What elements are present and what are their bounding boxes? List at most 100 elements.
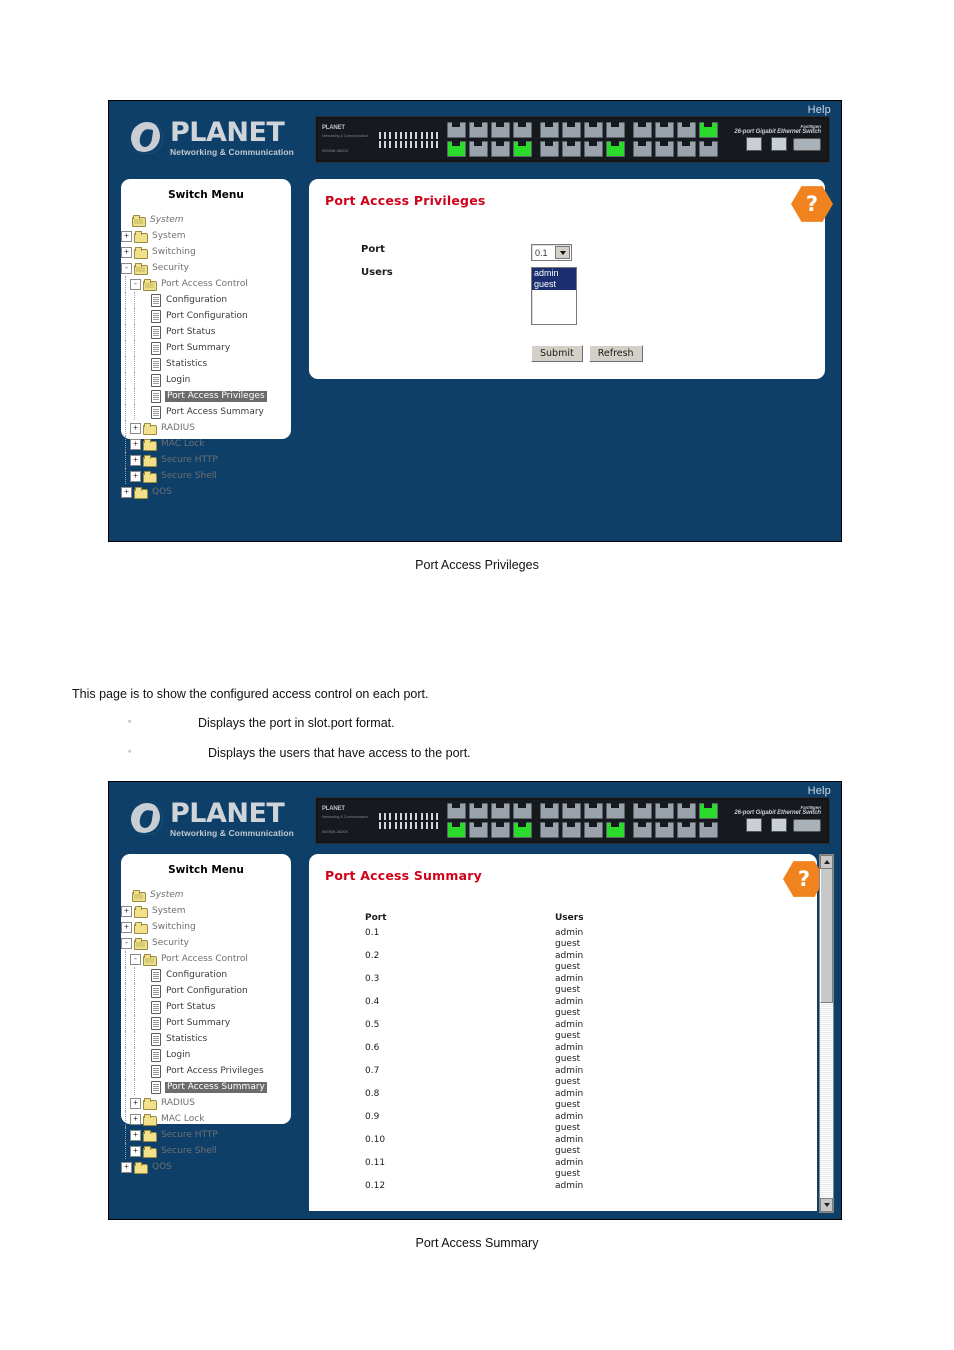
sidebar-item-mac-lock[interactable]: + MAC Lock	[121, 436, 291, 452]
column-header-users: Users	[555, 913, 584, 923]
tree-root[interactable]: System	[121, 887, 291, 903]
scroll-down-arrow-icon[interactable]	[820, 1198, 833, 1212]
expander-plus-icon[interactable]: +	[130, 1145, 141, 1157]
sidebar-item-login[interactable]: Login	[121, 372, 291, 388]
folder-icon	[143, 1113, 157, 1126]
sidebar-item-system[interactable]: + System	[121, 228, 291, 244]
sfp-slot-1	[746, 817, 763, 832]
question-mark-icon[interactable]: ?	[791, 186, 833, 222]
help-link-container[interactable]: Help	[808, 104, 831, 116]
user-name: admin	[555, 950, 584, 961]
expander-plus-icon[interactable]: +	[130, 438, 141, 450]
scrollbar-thumb[interactable]	[820, 868, 833, 1003]
sidebar-item-port-status[interactable]: Port Status	[121, 324, 291, 340]
expander-plus-icon[interactable]: +	[130, 1129, 141, 1141]
table-row: 0.10 admin guest	[309, 1135, 817, 1158]
sidebar-item-secure-shell[interactable]: + Secure Shell	[121, 468, 291, 484]
expander-plus-icon[interactable]: +	[130, 454, 141, 466]
sidebar-item-port-access-summary[interactable]: Port Access Summary	[121, 404, 291, 420]
document-icon	[150, 1049, 161, 1062]
content-panel: Port Access Privileges ? Port 0.1 Users …	[309, 179, 833, 379]
folder-icon	[143, 422, 157, 435]
expander-minus-icon[interactable]: -	[130, 278, 141, 290]
help-link[interactable]: Help	[808, 104, 831, 116]
sidebar-item-port-configuration[interactable]: Port Configuration	[121, 308, 291, 324]
sidebar-item-configuration[interactable]: Configuration	[121, 967, 291, 983]
port-select[interactable]: 0.1	[531, 244, 572, 261]
sidebar-item-secure-shell[interactable]: + Secure Shell	[121, 1143, 291, 1159]
sidebar-item-switching[interactable]: + Switching	[121, 919, 291, 935]
sidebar-item-qos[interactable]: + QOS	[121, 484, 291, 500]
sidebar-item-mac-lock[interactable]: + MAC Lock	[121, 1111, 291, 1127]
folder-icon	[134, 905, 148, 918]
vertical-scrollbar[interactable]	[819, 854, 834, 1213]
sidebar-item-system[interactable]: + System	[121, 903, 291, 919]
expander-minus-icon[interactable]: -	[121, 937, 132, 949]
expander-plus-icon[interactable]: +	[130, 1097, 141, 1109]
sidebar-item-port-summary[interactable]: Port Summary	[121, 1015, 291, 1031]
sidebar-item-port-access-control[interactable]: - Port Access Control	[121, 276, 291, 292]
cell-port: 0.6	[365, 1042, 380, 1053]
sidebar-item-security[interactable]: - Security	[121, 260, 291, 276]
expander-plus-icon[interactable]: +	[130, 422, 141, 434]
bullet-marker-icon: ◦	[128, 746, 132, 756]
sidebar-item-port-status[interactable]: Port Status	[121, 999, 291, 1015]
sfp-slot-2	[770, 817, 787, 832]
expander-plus-icon[interactable]: +	[121, 246, 132, 258]
planet-logo: PLANET Networking & Communication	[131, 800, 294, 838]
document-icon	[150, 390, 161, 403]
document-icon	[150, 326, 161, 339]
chevron-down-icon[interactable]	[555, 246, 570, 259]
table-row: 0.6 admin guest	[309, 1043, 817, 1066]
sidebar-item-port-summary[interactable]: Port Summary	[121, 340, 291, 356]
expander-plus-icon[interactable]: +	[121, 1161, 132, 1173]
expander-plus-icon[interactable]: +	[121, 486, 132, 498]
expander-plus-icon[interactable]: +	[121, 230, 132, 242]
brand-name: PLANET	[170, 798, 285, 829]
sidebar-item-switching[interactable]: + Switching	[121, 244, 291, 260]
help-link-container[interactable]: Help	[808, 785, 831, 797]
expander-plus-icon[interactable]: +	[121, 921, 132, 933]
device-port-group-1	[443, 122, 536, 157]
users-listbox[interactable]: admin guest	[531, 267, 577, 325]
table-row: 0.2 admin guest	[309, 951, 817, 974]
expander-plus-icon[interactable]: +	[130, 1113, 141, 1125]
list-item[interactable]: guest	[532, 279, 576, 290]
sidebar-item-login[interactable]: Login	[121, 1047, 291, 1063]
sidebar-item-port-access-privileges[interactable]: Port Access Privileges	[121, 388, 291, 404]
expander-minus-icon[interactable]: -	[130, 953, 141, 965]
device-brand: PLANET	[322, 125, 345, 132]
sidebar-item-port-configuration[interactable]: Port Configuration	[121, 983, 291, 999]
sidebar-item-qos[interactable]: + QOS	[121, 1159, 291, 1175]
list-item[interactable]: admin	[532, 268, 576, 279]
sidebar-item-secure-http[interactable]: + Secure HTTP	[121, 1127, 291, 1143]
tree-item-label: Port Access Summary	[165, 1081, 267, 1093]
sidebar-item-port-access-summary[interactable]: Port Access Summary	[121, 1079, 291, 1095]
expander-minus-icon[interactable]: -	[121, 262, 132, 274]
document-icon	[150, 969, 161, 982]
user-name: guest	[555, 1031, 581, 1041]
submit-button[interactable]: Submit	[531, 345, 583, 362]
folder-open-icon	[134, 262, 148, 275]
sidebar-item-configuration[interactable]: Configuration	[121, 292, 291, 308]
expander-plus-icon[interactable]: +	[130, 470, 141, 482]
sidebar-item-statistics[interactable]: Statistics	[121, 1031, 291, 1047]
help-badge[interactable]: ?	[791, 185, 835, 225]
scroll-up-arrow-icon[interactable]	[820, 855, 833, 869]
user-name: guest	[555, 1146, 581, 1156]
sidebar-item-radius[interactable]: + RADIUS	[121, 1095, 291, 1111]
tree-root[interactable]: System	[121, 212, 291, 228]
sidebar-item-secure-http[interactable]: + Secure HTTP	[121, 452, 291, 468]
sidebar-item-port-access-control[interactable]: - Port Access Control	[121, 951, 291, 967]
sidebar-item-statistics[interactable]: Statistics	[121, 356, 291, 372]
sidebar-item-radius[interactable]: + RADIUS	[121, 420, 291, 436]
refresh-button[interactable]: Refresh	[588, 345, 643, 362]
sidebar-item-port-access-privileges[interactable]: Port Access Privileges	[121, 1063, 291, 1079]
help-link[interactable]: Help	[808, 785, 831, 797]
sidebar-item-security[interactable]: - Security	[121, 935, 291, 951]
expander-plus-icon[interactable]: +	[121, 905, 132, 917]
cell-users: admin guest	[555, 928, 675, 951]
tree-item-label: Port Summary	[166, 1017, 231, 1028]
cell-users: admin guest	[555, 1066, 675, 1089]
user-name: guest	[555, 1100, 581, 1110]
